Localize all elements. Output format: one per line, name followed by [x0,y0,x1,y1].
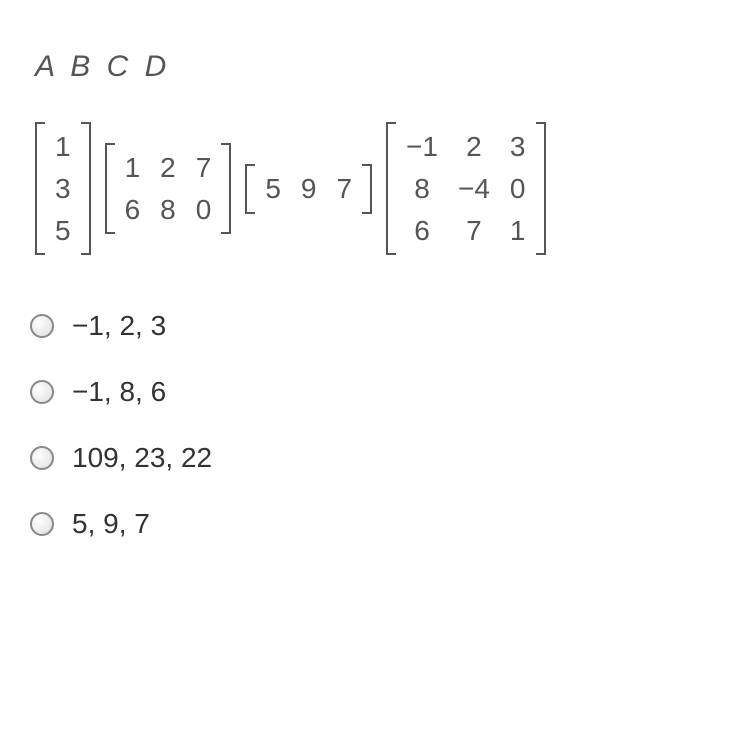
matrix-D: −123 8−40 671 [386,122,545,255]
option-2[interactable]: −1, 8, 6 [30,376,715,408]
matrix-cell: 0 [186,189,222,231]
matrix-cell: 0 [500,168,536,210]
answer-options: −1, 2, 3 −1, 8, 6 109, 23, 22 5, 9, 7 [30,310,715,540]
matrix-cell: 6 [115,189,151,231]
radio-icon[interactable] [30,314,54,338]
matrix-cell: 7 [326,168,362,210]
matrix-cell: 6 [396,210,448,252]
option-3-label: 109, 23, 22 [72,442,212,474]
matrix-cell: 5 [255,168,291,210]
matrix-cell: 8 [396,168,448,210]
matrix-B: 127680 [105,143,232,235]
matrix-B-table: 127680 [115,147,222,231]
option-1[interactable]: −1, 2, 3 [30,310,715,342]
matrices-row: 135 127680 597 −1238−40671 [35,122,715,255]
matrix-cell: 2 [448,126,500,168]
radio-icon[interactable] [30,512,54,536]
matrix-cell: 7 [448,210,500,252]
option-1-label: −1, 2, 3 [72,310,166,342]
option-3[interactable]: 109, 23, 22 [30,442,715,474]
matrix-cell: 1 [45,126,81,168]
matrix-cell: 1 [115,147,151,189]
matrix-cell: −4 [448,168,500,210]
matrix-A: 135 [35,122,91,255]
option-2-label: −1, 8, 6 [72,376,166,408]
matrix-cell: 2 [150,147,186,189]
matrix-C: 597 [245,164,372,214]
matrix-cell: 1 [500,210,536,252]
matrix-C-table: 597 [255,168,362,210]
matrix-cell: 8 [150,189,186,231]
matrix-cell: 9 [291,168,327,210]
option-4[interactable]: 5, 9, 7 [30,508,715,540]
option-4-label: 5, 9, 7 [72,508,150,540]
matrix-cell: −1 [396,126,448,168]
matrix-A-table: 135 [45,126,81,251]
matrix-cell: 3 [45,168,81,210]
matrix-labels: A B C D [35,50,715,84]
matrix-cell: 5 [45,210,81,252]
matrix-D-table: −123 8−40 671 [396,126,535,251]
matrix-cell: 7 [186,147,222,189]
matrix-cell: 3 [500,126,536,168]
radio-icon[interactable] [30,380,54,404]
radio-icon[interactable] [30,446,54,470]
